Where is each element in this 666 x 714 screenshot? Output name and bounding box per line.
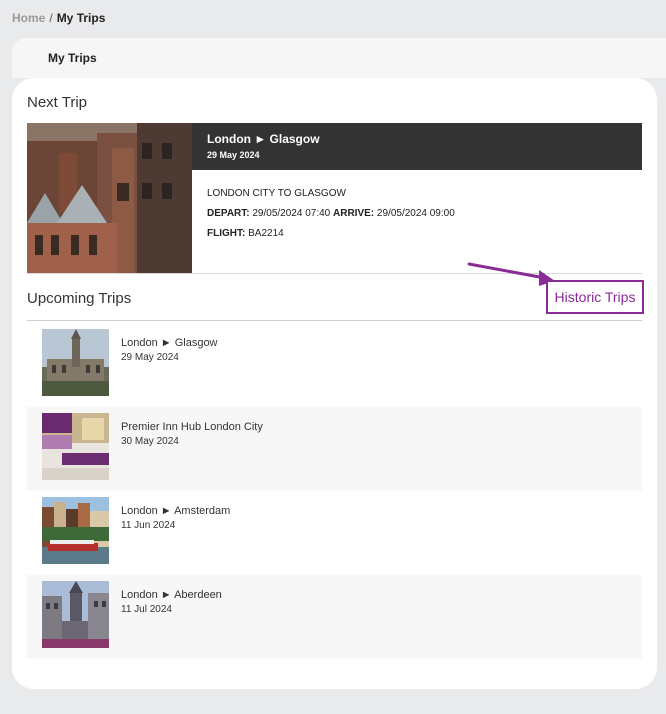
trip-name: London ► Aberdeen [121, 589, 222, 601]
tab-bar: My Trips [12, 38, 666, 78]
arrive-value: 29/05/2024 09:00 [376, 208, 455, 219]
next-trip-photo [27, 123, 192, 273]
tab-my-trips[interactable]: My Trips [48, 51, 97, 65]
upcoming-trips-title: Upcoming Trips [27, 290, 132, 307]
breadcrumb-separator: / [49, 11, 53, 25]
breadcrumb: Home / My Trips [12, 10, 105, 26]
flight-value: BA2214 [248, 228, 284, 239]
list-item[interactable]: Premier Inn Hub London City 30 May 2024 [27, 407, 642, 491]
next-trip-title: Next Trip [27, 94, 88, 111]
breadcrumb-home-link[interactable]: Home [12, 11, 45, 25]
upcoming-trips-list: London ► Glasgow 29 May 2024 Premier Inn… [27, 323, 642, 659]
breadcrumb-current: My Trips [56, 11, 106, 25]
flight-label: FLIGHT: [207, 228, 246, 239]
historic-trips-button[interactable]: Historic Trips [546, 280, 644, 314]
list-item[interactable]: London ► Glasgow 29 May 2024 [27, 323, 642, 407]
list-item[interactable]: London ► Amsterdam 11 Jun 2024 [27, 491, 642, 575]
amsterdam-canal-thumbnail [42, 497, 109, 564]
glasgow-university-thumbnail [42, 329, 109, 396]
trip-name: London ► Amsterdam [121, 505, 231, 517]
next-trip-panel[interactable]: London ► Glasgow 29 May 2024 LONDON CITY… [27, 123, 642, 274]
trip-name: London ► Glasgow [121, 337, 218, 349]
next-trip-times: DEPART: 29/05/2024 07:40 ARRIVE: 29/05/2… [207, 204, 637, 224]
next-trip-description: LONDON CITY TO GLASGOW [207, 188, 346, 199]
next-trip-details: LONDON CITY TO GLASGOW DEPART: 29/05/202… [207, 184, 637, 244]
upcoming-divider [27, 320, 642, 321]
aberdeen-street-thumbnail [42, 581, 109, 648]
depart-label: DEPART: [207, 208, 250, 219]
next-trip-header: London ► Glasgow 29 May 2024 [192, 123, 642, 170]
trip-date: 11 Jun 2024 [121, 520, 176, 531]
trip-date: 30 May 2024 [121, 436, 179, 447]
trips-card: Next Trip London ► Glasgow 29 May 2024 L… [12, 78, 657, 689]
trip-name: Premier Inn Hub London City [121, 421, 263, 433]
next-trip-route: London ► Glasgow [207, 132, 320, 146]
next-trip-date: 29 May 2024 [207, 150, 260, 160]
list-item[interactable]: London ► Aberdeen 11 Jul 2024 [27, 575, 642, 659]
depart-value: 29/05/2024 07:40 [252, 208, 331, 219]
trip-date: 29 May 2024 [121, 352, 179, 363]
next-trip-flight: FLIGHT: BA2214 [207, 224, 637, 244]
trip-date: 11 Jul 2024 [121, 604, 172, 615]
hotel-room-thumbnail [42, 413, 109, 480]
annotation-arrow-icon [467, 262, 555, 286]
arrive-label: ARRIVE: [333, 208, 375, 219]
